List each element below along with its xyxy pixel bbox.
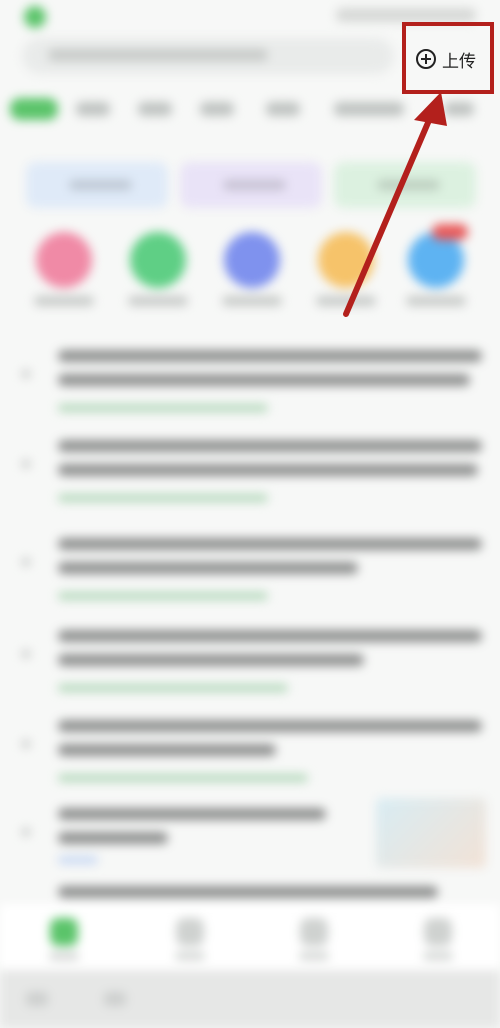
tab[interactable] bbox=[200, 102, 234, 116]
tab-active[interactable] bbox=[10, 98, 58, 120]
nav-icon[interactable] bbox=[300, 918, 328, 946]
nav-icon[interactable] bbox=[176, 918, 204, 946]
shortcut-label bbox=[406, 296, 466, 306]
bottom-nav bbox=[0, 904, 500, 970]
feature-card[interactable] bbox=[26, 162, 168, 208]
back-key-icon[interactable] bbox=[26, 992, 48, 1006]
category-tabs bbox=[0, 92, 500, 126]
home-key-icon[interactable] bbox=[104, 992, 126, 1006]
tab[interactable] bbox=[76, 102, 110, 116]
shortcut-label bbox=[34, 296, 94, 306]
nav-home-icon[interactable] bbox=[50, 918, 78, 946]
status-icon bbox=[24, 6, 46, 28]
shortcut-label bbox=[316, 296, 376, 306]
shortcut-label bbox=[222, 296, 282, 306]
shortcut-icon[interactable] bbox=[130, 232, 186, 288]
tab[interactable] bbox=[334, 102, 404, 116]
feature-card[interactable] bbox=[180, 162, 322, 208]
search-placeholder bbox=[48, 49, 268, 61]
annotation-arrow bbox=[343, 92, 447, 317]
tab[interactable] bbox=[444, 102, 474, 116]
shortcut-icon[interactable] bbox=[318, 232, 374, 288]
list-item-thumbnail bbox=[376, 798, 486, 868]
search-input[interactable] bbox=[22, 38, 394, 74]
status-indicators bbox=[336, 8, 476, 22]
new-badge bbox=[432, 224, 468, 240]
shortcut-label bbox=[128, 296, 188, 306]
shortcut-icon[interactable] bbox=[224, 232, 280, 288]
system-nav-bar bbox=[0, 970, 500, 1028]
nav-icon[interactable] bbox=[424, 918, 452, 946]
shortcut-icon[interactable] bbox=[408, 232, 464, 288]
tab[interactable] bbox=[138, 102, 172, 116]
feature-card[interactable] bbox=[334, 162, 476, 208]
shortcut-icon[interactable] bbox=[36, 232, 92, 288]
highlight-box bbox=[402, 22, 494, 94]
tab[interactable] bbox=[266, 102, 300, 116]
